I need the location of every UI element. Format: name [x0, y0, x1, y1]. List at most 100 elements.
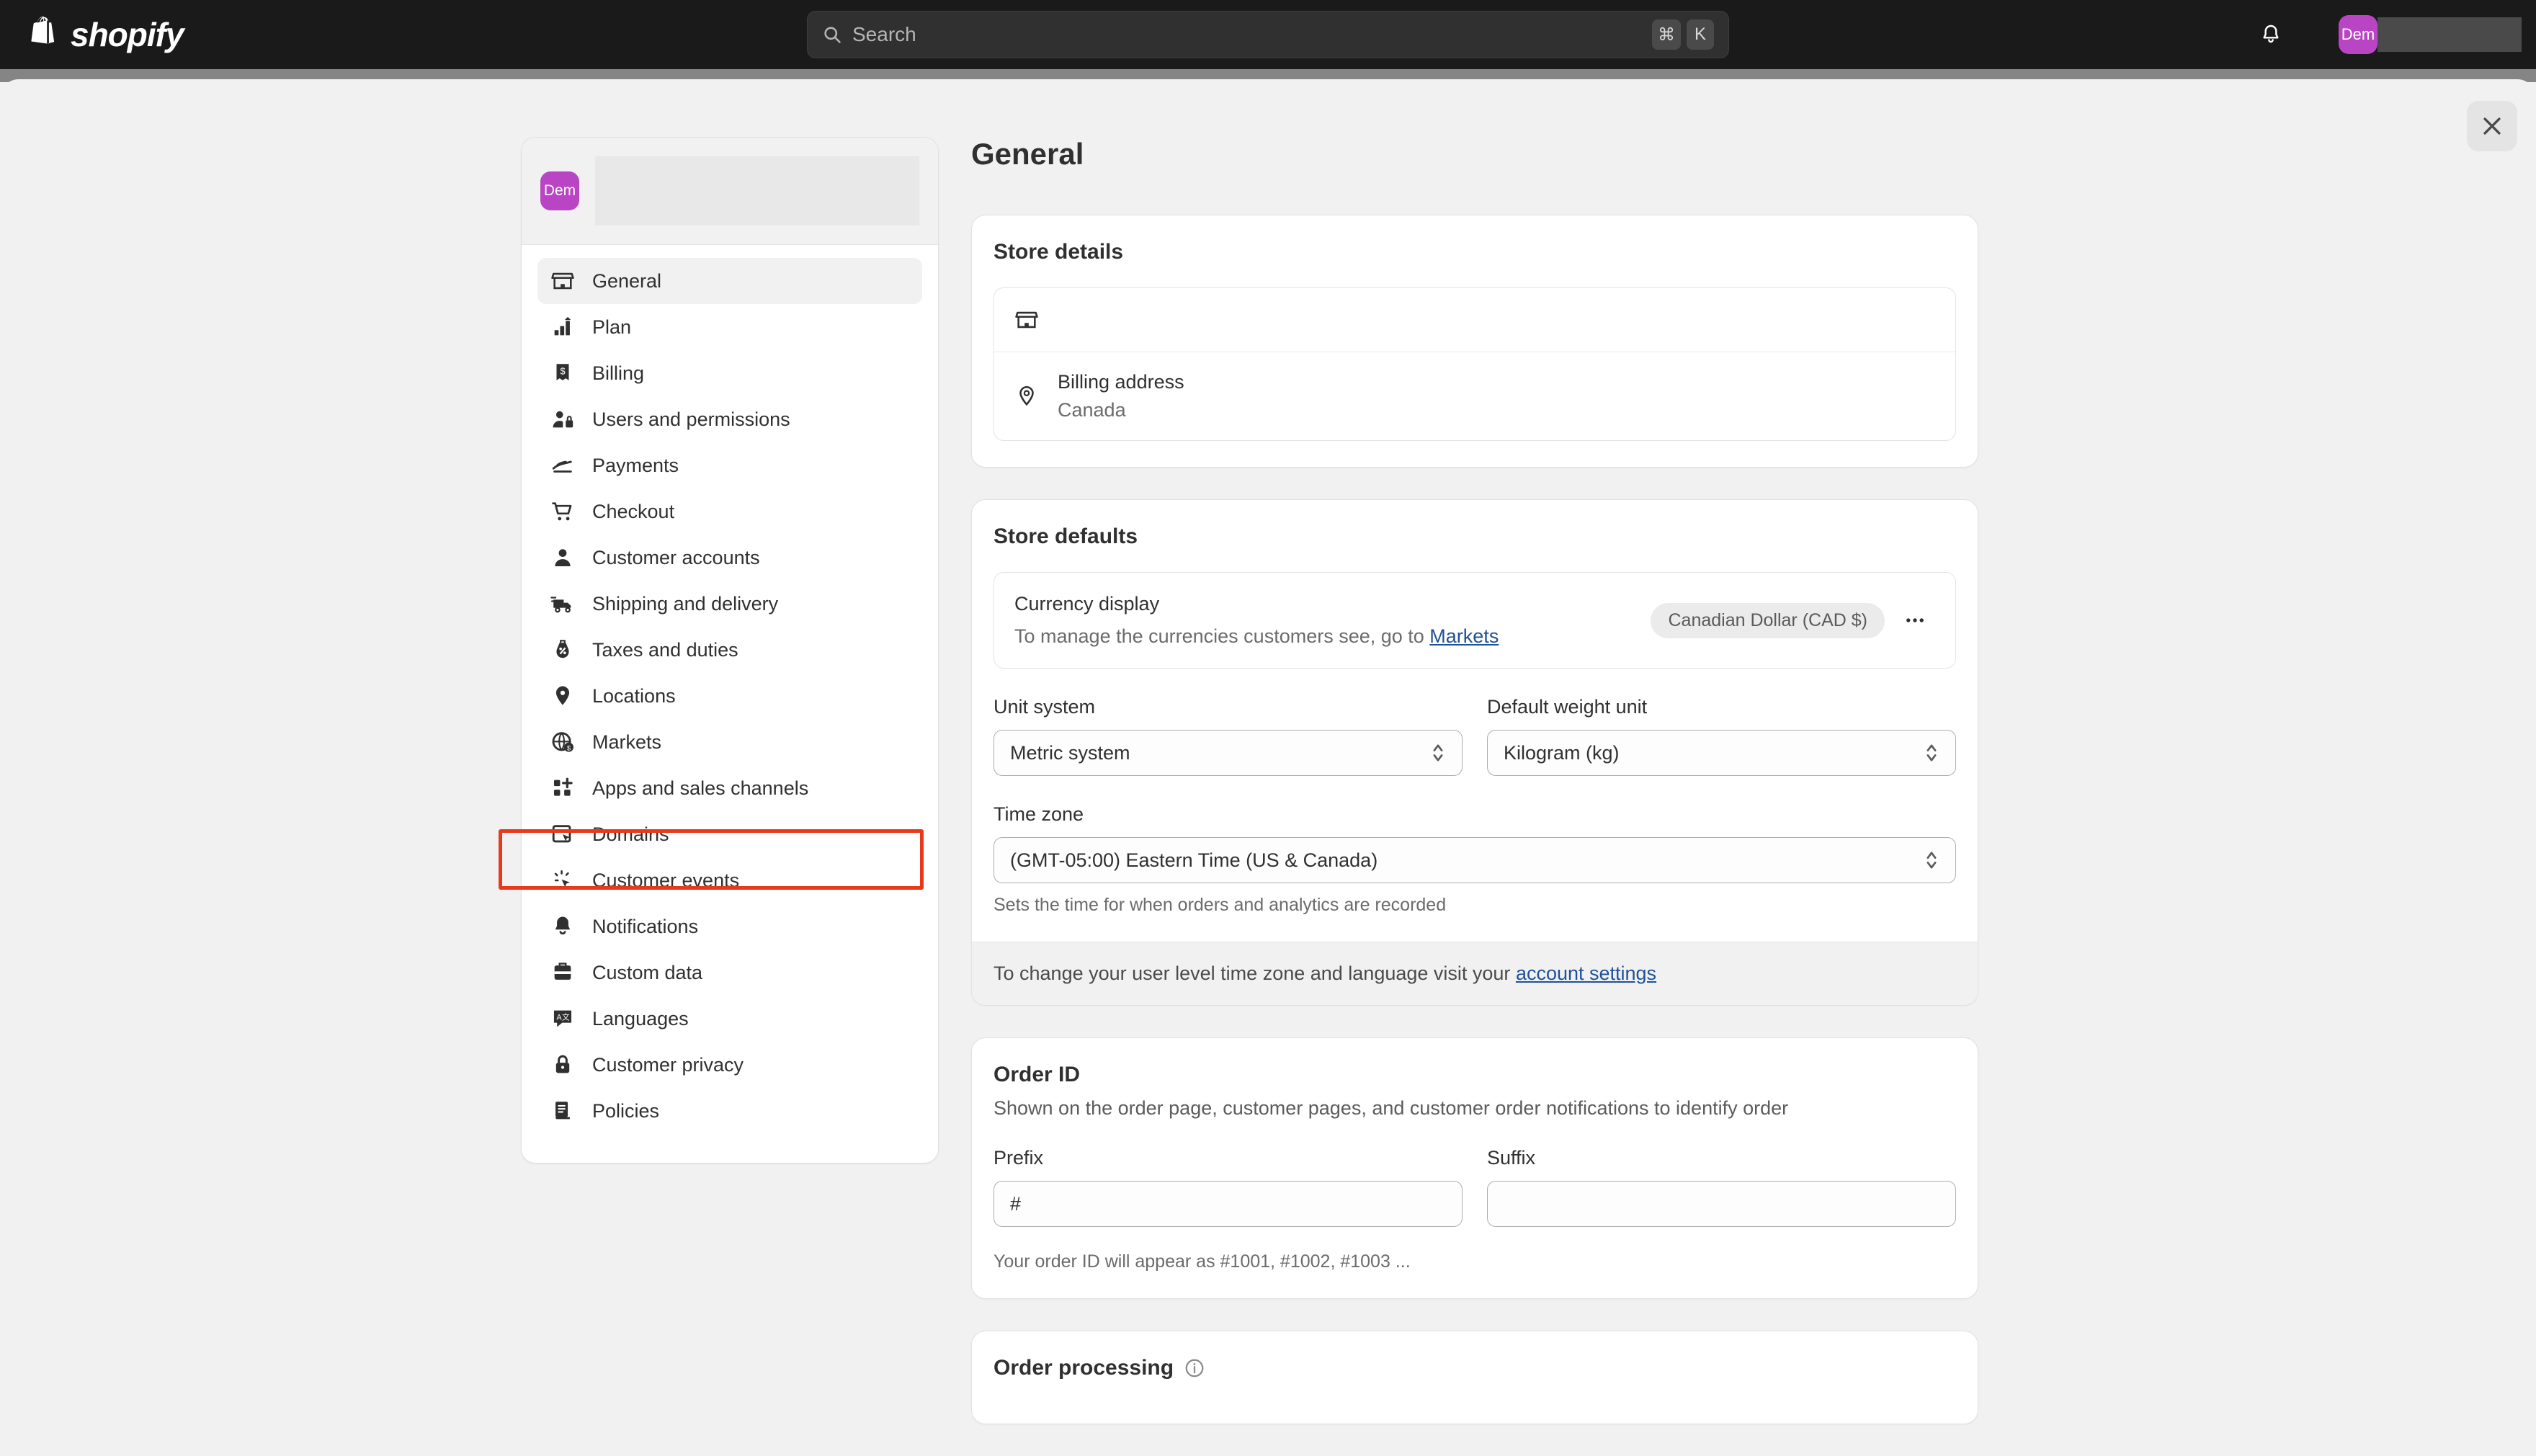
weight-unit-select[interactable]: Kilogram (kg) [1487, 730, 1956, 776]
unit-system-select[interactable]: Metric system [994, 730, 1463, 776]
sidebar-store-name-redacted [595, 156, 919, 225]
chevron-updown-icon [1926, 744, 1937, 762]
chevron-updown-icon [1926, 852, 1937, 869]
store-defaults-heading: Store defaults [994, 524, 1138, 548]
click-event-icon [554, 870, 570, 888]
sidebar-item-policies[interactable]: Policies [537, 1088, 922, 1134]
policy-document-icon [555, 1102, 570, 1120]
sidebar-item-label: Markets [592, 731, 662, 753]
chevron-updown-icon [1433, 744, 1443, 762]
sidebar-item-custom-data[interactable]: Custom data [537, 950, 922, 996]
location-pin-icon [1019, 385, 1034, 406]
store-icon [551, 272, 574, 290]
settings-sidebar: Dem General Plan $ Billing Users and permiss… [521, 137, 939, 1164]
chart-rocket-icon [554, 316, 571, 336]
sidebar-item-payments[interactable]: Payments [537, 442, 922, 488]
sidebar-item-label: Billing [592, 362, 645, 384]
sidebar-item-users-and-permissions[interactable]: Users and permissions [537, 396, 922, 442]
sidebar-item-label: Languages [592, 1007, 689, 1030]
sidebar-avatar: Dem [540, 171, 579, 210]
store-defaults-card: Store defaults Currency display To manag… [971, 499, 1978, 1006]
bell-icon [555, 916, 571, 935]
bell-icon [2263, 24, 2279, 43]
notifications-button[interactable] [2251, 14, 2291, 55]
svg-text:$: $ [567, 744, 571, 751]
sidebar-item-domains[interactable]: Domains [537, 811, 922, 857]
sidebar-item-billing[interactable]: $ Billing [537, 350, 922, 396]
sidebar-item-customer-privacy[interactable]: Customer privacy [537, 1042, 922, 1088]
billing-address-row[interactable]: Billing address Canada [994, 352, 1955, 440]
currency-display-help: To manage the currencies customers see, … [1014, 625, 1499, 648]
search-shortcut-hint: ⌘ K [1652, 19, 1714, 50]
store-details-subcard: Billing address Canada [994, 287, 1956, 441]
currency-display-label: Currency display [1014, 593, 1160, 615]
sidebar-item-shipping-and-delivery[interactable]: Shipping and delivery [537, 581, 922, 627]
sidebar-item-label: Customer accounts [592, 546, 760, 568]
sidebar-item-checkout[interactable]: Checkout [537, 488, 922, 535]
sidebar-item-taxes-and-duties[interactable]: Taxes and duties [537, 627, 922, 673]
sidebar-item-label: Customer privacy [592, 1053, 744, 1076]
footer-text: To change your user level time zone and … [994, 963, 1516, 984]
sidebar-item-markets[interactable]: $ Markets [537, 719, 922, 765]
account-settings-link[interactable]: account settings [1516, 963, 1656, 984]
sidebar-item-apps-and-sales-channels[interactable]: Apps and sales channels [537, 765, 922, 811]
sidebar-item-locations[interactable]: Locations [537, 673, 922, 719]
order-suffix-input[interactable] [1487, 1181, 1956, 1227]
order-suffix-label: Suffix [1487, 1147, 1536, 1169]
delivery-truck-icon [550, 597, 571, 613]
domain-cursor-icon [552, 825, 571, 843]
close-icon [2483, 117, 2501, 135]
shopify-wordmark: shopify [71, 16, 184, 53]
ellipsis-icon [1906, 618, 1924, 622]
sidebar-item-general[interactable]: General [537, 258, 922, 304]
sidebar-item-label: Domains [592, 823, 669, 845]
sidebar-item-label: Locations [592, 684, 676, 707]
sidebar-item-label: General [592, 269, 662, 292]
user-menu-button[interactable]: Dem [2339, 15, 2522, 54]
lock-icon [555, 1055, 570, 1073]
store-name-row[interactable] [994, 288, 1955, 352]
order-processing-card: Order processing [971, 1331, 1978, 1424]
currency-display-subcard: Currency display To manage the currencie… [994, 572, 1956, 669]
timezone-label: Time zone [994, 803, 1084, 825]
sidebar-item-label: Checkout [592, 500, 675, 522]
sidebar-store-header[interactable]: Dem [522, 138, 938, 245]
sidebar-item-label: Shipping and delivery [592, 592, 779, 615]
sidebar-item-customer-events[interactable]: Customer events [537, 857, 922, 903]
weight-unit-field: Default weight unit Kilogram (kg) [1487, 696, 1956, 776]
sidebar-item-languages[interactable]: A 文 Languages [537, 996, 922, 1042]
store-defaults-footer: To change your user level time zone and … [972, 942, 1978, 1005]
sidebar-item-label: Custom data [592, 961, 703, 983]
unit-system-value: Metric system [1010, 741, 1130, 764]
translate-icon: A文 [553, 1010, 572, 1027]
info-icon[interactable] [1184, 1357, 1205, 1379]
store-icon [1015, 311, 1038, 329]
currency-more-actions-button[interactable] [1895, 600, 1935, 640]
page-title: General [971, 137, 1084, 171]
location-pin-icon [555, 686, 570, 705]
shopify-bag-icon [31, 17, 55, 44]
order-prefix-value: # [1010, 1192, 1022, 1215]
timezone-select[interactable]: (GMT-05:00) Eastern Time (US & Canada) [994, 837, 1956, 883]
shopify-logo[interactable]: shopify [29, 15, 184, 54]
receipt-dollar-icon: $ [556, 364, 569, 380]
billing-address-label: Billing address [1058, 371, 1184, 393]
currency-badge: Canadian Dollar (CAD $) [1651, 602, 1885, 638]
settings-page: Dem General Plan $ Billing Users and permiss… [0, 79, 2536, 1424]
sidebar-item-label: Taxes and duties [592, 638, 738, 661]
sidebar-item-plan[interactable]: Plan [537, 304, 922, 350]
sidebar-item-label: Notifications [592, 915, 699, 937]
sidebar-item-notifications[interactable]: Notifications [537, 903, 922, 950]
billing-address-value: Canada [1058, 399, 1126, 421]
close-settings-button[interactable] [2467, 101, 2517, 151]
global-search-input[interactable]: Search ⌘ K [807, 11, 1729, 58]
top-navigation-bar: shopify Search ⌘ K Dem [0, 0, 2536, 69]
timezone-value: (GMT-05:00) Eastern Time (US & Canada) [1010, 849, 1378, 871]
search-placeholder: Search [852, 23, 916, 45]
order-id-heading: Order ID [994, 1063, 1081, 1086]
order-prefix-input[interactable]: # [994, 1181, 1463, 1227]
unit-system-label: Unit system [994, 696, 1096, 718]
sidebar-item-customer-accounts[interactable]: Customer accounts [537, 535, 922, 581]
sidebar-item-label: Policies [592, 1099, 660, 1122]
markets-link[interactable]: Markets [1429, 625, 1499, 647]
